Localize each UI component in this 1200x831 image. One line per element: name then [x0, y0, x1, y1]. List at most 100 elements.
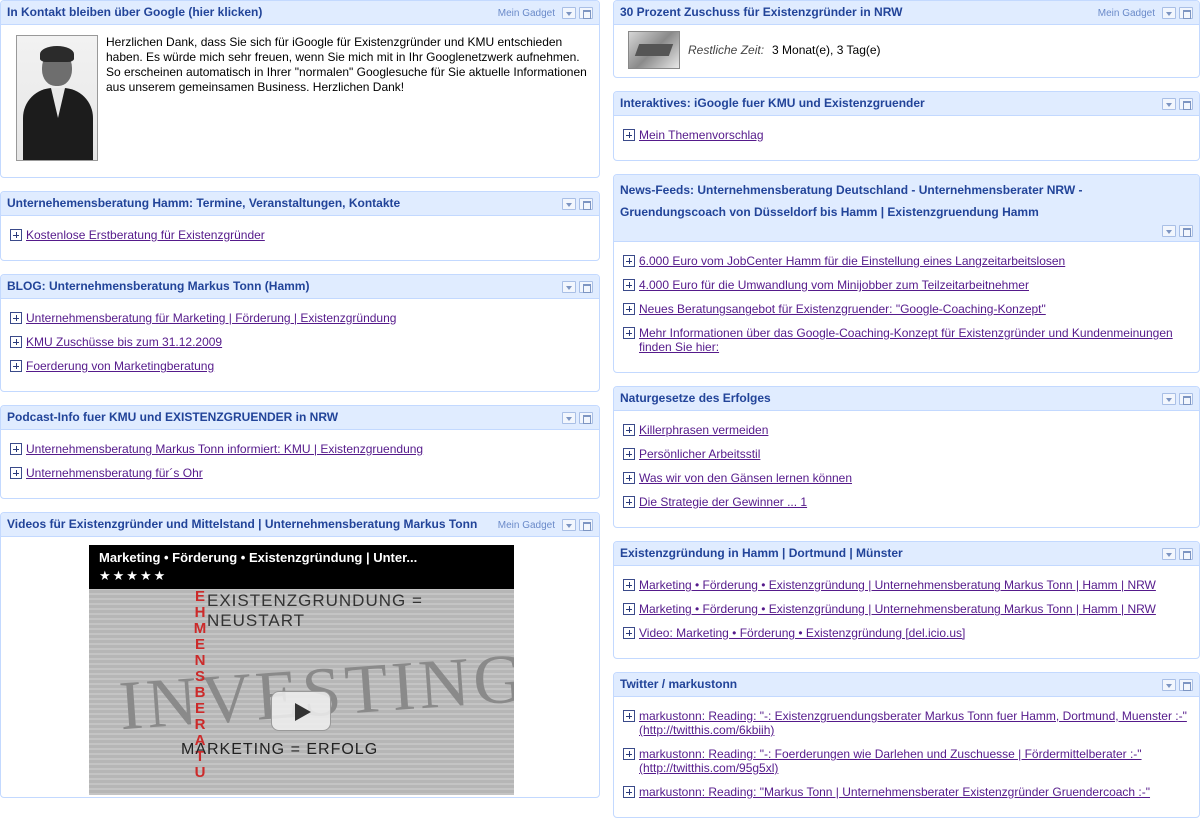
- maximize-icon[interactable]: [1179, 393, 1193, 405]
- list-item[interactable]: 6.000 Euro vom JobCenter Hamm für die Ei…: [623, 254, 1189, 268]
- feed-link[interactable]: Unternehmensberatung für´s Ohr: [26, 466, 203, 480]
- feed-link[interactable]: 6.000 Euro vom JobCenter Hamm für die Ei…: [639, 254, 1065, 268]
- menu-dropdown-icon[interactable]: [1162, 98, 1176, 110]
- expand-plus-icon[interactable]: [623, 472, 635, 484]
- feed-link[interactable]: Mein Themenvorschlag: [639, 128, 764, 142]
- feed-link[interactable]: markustonn: Reading: "-: Existenzgruendu…: [639, 709, 1189, 737]
- maximize-icon[interactable]: [1179, 7, 1193, 19]
- menu-dropdown-icon[interactable]: [1162, 7, 1176, 19]
- money-icon: [628, 31, 680, 69]
- menu-dropdown-icon[interactable]: [1162, 679, 1176, 691]
- gadget-body: markustonn: Reading: "-: Existenzgruendu…: [614, 697, 1199, 817]
- gadget-title: Videos für Existenzgründer und Mittelsta…: [7, 517, 478, 531]
- feed-link[interactable]: Was wir von den Gänsen lernen können: [639, 471, 852, 485]
- feed-link[interactable]: Marketing • Förderung • Existenzgründung…: [639, 578, 1156, 592]
- menu-dropdown-icon[interactable]: [1162, 393, 1176, 405]
- feed-link[interactable]: markustonn: Reading: "Markus Tonn | Unte…: [639, 785, 1150, 799]
- feed-link[interactable]: Marketing • Förderung • Existenzgründung…: [639, 602, 1156, 616]
- list-item[interactable]: Was wir von den Gänsen lernen können: [623, 471, 1189, 485]
- right-column: 30 Prozent Zuschuss für Existenzgründer …: [613, 0, 1200, 831]
- menu-dropdown-icon[interactable]: [562, 7, 576, 19]
- feed-link[interactable]: Foerderung von Marketingberatung: [26, 359, 214, 373]
- feed-link[interactable]: Video: Marketing • Förderung • Existenzg…: [639, 626, 965, 640]
- list-item[interactable]: Foerderung von Marketingberatung: [10, 359, 589, 373]
- expand-plus-icon[interactable]: [623, 579, 635, 591]
- list-item[interactable]: markustonn: Reading: "-: Foerderungen wi…: [623, 747, 1189, 775]
- expand-plus-icon[interactable]: [623, 279, 635, 291]
- list-item[interactable]: Neues Beratungsangebot für Existenzgruen…: [623, 302, 1189, 316]
- menu-dropdown-icon[interactable]: [562, 281, 576, 293]
- list-item[interactable]: Unternehmensberatung für´s Ohr: [10, 466, 589, 480]
- video-player[interactable]: Marketing • Förderung • Existenzgründung…: [89, 545, 514, 795]
- maximize-icon[interactable]: [579, 412, 593, 424]
- expand-plus-icon[interactable]: [623, 303, 635, 315]
- maximize-icon[interactable]: [579, 281, 593, 293]
- list-item[interactable]: Marketing • Förderung • Existenzgründung…: [623, 578, 1189, 592]
- feed-link[interactable]: KMU Zuschüsse bis zum 31.12.2009: [26, 335, 222, 349]
- list-item[interactable]: Kostenlose Erstberatung für Existenzgrün…: [10, 228, 589, 242]
- list-item[interactable]: Mein Themenvorschlag: [623, 128, 1189, 142]
- video-title[interactable]: Marketing • Förderung • Existenzgründung…: [99, 550, 504, 565]
- list-item[interactable]: KMU Zuschüsse bis zum 31.12.2009: [10, 335, 589, 349]
- feed-link[interactable]: 4.000 Euro für die Umwandlung vom Minijo…: [639, 278, 1029, 292]
- menu-dropdown-icon[interactable]: [1162, 548, 1176, 560]
- list-item[interactable]: Mehr Informationen über das Google-Coach…: [623, 326, 1189, 354]
- expand-plus-icon[interactable]: [623, 627, 635, 639]
- maximize-icon[interactable]: [1179, 98, 1193, 110]
- list-item[interactable]: Unternehmensberatung Markus Tonn informi…: [10, 442, 589, 456]
- feed-link[interactable]: Die Strategie der Gewinner ... 1: [639, 495, 807, 509]
- expand-plus-icon[interactable]: [623, 255, 635, 267]
- menu-dropdown-icon[interactable]: [562, 519, 576, 531]
- feed-link[interactable]: Neues Beratungsangebot für Existenzgruen…: [639, 302, 1046, 316]
- video-thumbnail[interactable]: INVESTING EXISTENZGRUNDUNG = NEUSTART EH…: [89, 589, 514, 795]
- mein-gadget-link[interactable]: Mein Gadget: [1098, 8, 1155, 19]
- feed-link[interactable]: Mehr Informationen über das Google-Coach…: [639, 326, 1189, 354]
- expand-plus-icon[interactable]: [10, 360, 22, 372]
- feed-link[interactable]: Unternehmensberatung Markus Tonn informi…: [26, 442, 423, 456]
- expand-plus-icon[interactable]: [623, 327, 635, 339]
- expand-plus-icon[interactable]: [623, 448, 635, 460]
- expand-plus-icon[interactable]: [10, 229, 22, 241]
- expand-plus-icon[interactable]: [623, 424, 635, 436]
- maximize-icon[interactable]: [1179, 548, 1193, 560]
- menu-dropdown-icon[interactable]: [562, 198, 576, 210]
- expand-plus-icon[interactable]: [10, 336, 22, 348]
- maximize-icon[interactable]: [1179, 679, 1193, 691]
- list-item[interactable]: Video: Marketing • Förderung • Existenzg…: [623, 626, 1189, 640]
- expand-plus-icon[interactable]: [623, 748, 635, 760]
- gadget-tools: Mein Gadget: [498, 7, 593, 19]
- list-item[interactable]: 4.000 Euro für die Umwandlung vom Minijo…: [623, 278, 1189, 292]
- expand-plus-icon[interactable]: [10, 467, 22, 479]
- maximize-icon[interactable]: [1179, 225, 1193, 237]
- expand-plus-icon[interactable]: [10, 312, 22, 324]
- list-item[interactable]: Killerphrasen vermeiden: [623, 423, 1189, 437]
- list-item[interactable]: markustonn: Reading: "Markus Tonn | Unte…: [623, 785, 1189, 799]
- expand-plus-icon[interactable]: [623, 603, 635, 615]
- feed-link[interactable]: markustonn: Reading: "-: Foerderungen wi…: [639, 747, 1189, 775]
- expand-plus-icon[interactable]: [623, 786, 635, 798]
- mein-gadget-link[interactable]: Mein Gadget: [498, 520, 555, 531]
- list-item[interactable]: Unternehmensberatung für Marketing | För…: [10, 311, 589, 325]
- list-item[interactable]: markustonn: Reading: "-: Existenzgruendu…: [623, 709, 1189, 737]
- menu-dropdown-icon[interactable]: [1162, 225, 1176, 237]
- list-item[interactable]: Marketing • Förderung • Existenzgründung…: [623, 602, 1189, 616]
- gadget-header: Existenzgründung in Hamm | Dortmund | Mü…: [614, 542, 1199, 566]
- maximize-icon[interactable]: [579, 519, 593, 531]
- maximize-icon[interactable]: [579, 198, 593, 210]
- expand-plus-icon[interactable]: [623, 129, 635, 141]
- feed-link[interactable]: Persönlicher Arbeitsstil: [639, 447, 760, 461]
- expand-plus-icon[interactable]: [623, 496, 635, 508]
- expand-plus-icon[interactable]: [623, 710, 635, 722]
- list-item[interactable]: Persönlicher Arbeitsstil: [623, 447, 1189, 461]
- gadget-title[interactable]: In Kontakt bleiben über Google (hier kli…: [7, 5, 262, 19]
- gadget-body: Marketing • Förderung • Existenzgründung…: [614, 566, 1199, 658]
- play-icon[interactable]: [271, 691, 331, 731]
- maximize-icon[interactable]: [579, 7, 593, 19]
- feed-link[interactable]: Kostenlose Erstberatung für Existenzgrün…: [26, 228, 265, 242]
- mein-gadget-link[interactable]: Mein Gadget: [498, 8, 555, 19]
- menu-dropdown-icon[interactable]: [562, 412, 576, 424]
- list-item[interactable]: Die Strategie der Gewinner ... 1: [623, 495, 1189, 509]
- expand-plus-icon[interactable]: [10, 443, 22, 455]
- feed-link[interactable]: Unternehmensberatung für Marketing | För…: [26, 311, 396, 325]
- feed-link[interactable]: Killerphrasen vermeiden: [639, 423, 768, 437]
